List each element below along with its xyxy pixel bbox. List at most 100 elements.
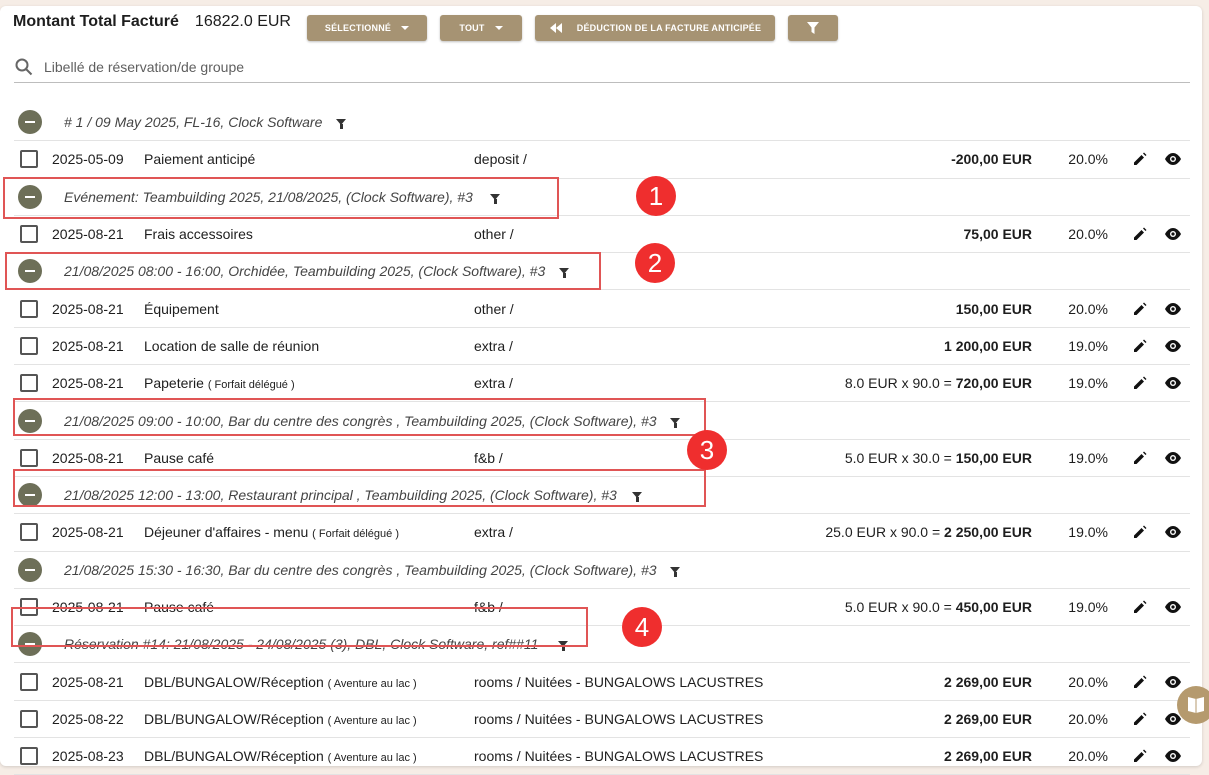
all-dropdown-button[interactable]: TOUT — [440, 15, 522, 41]
row-amount: 75,00 EUR — [964, 226, 1032, 242]
pencil-icon[interactable] — [1132, 599, 1148, 615]
pencil-icon[interactable] — [1132, 375, 1148, 391]
row-amount-value: 2 269,00 EUR — [944, 748, 1032, 765]
row-checkbox[interactable] — [20, 747, 38, 766]
row-amount-value: 1 200,00 EUR — [944, 337, 1032, 354]
table-row: 2025-08-21 Location de salle de réunion … — [14, 328, 1190, 366]
collapse-toggle[interactable] — [18, 110, 42, 135]
eye-icon[interactable] — [1164, 153, 1182, 166]
table-row: 2025-08-21 Papeterie ( Forfait délégué )… — [14, 365, 1190, 403]
pencil-icon[interactable] — [1132, 226, 1148, 242]
row-checkbox[interactable] — [20, 374, 38, 393]
row-tax: 20.0% — [1068, 226, 1108, 243]
collapse-toggle[interactable] — [18, 632, 42, 657]
table-row: 2025-08-23 DBL/BUNGALOW/Réception ( Aven… — [14, 738, 1190, 775]
pencil-icon[interactable] — [1132, 301, 1148, 317]
group-label: 21/08/2025 12:00 - 13:00, Restaurant pri… — [64, 487, 617, 504]
group-row: # 1 / 09 May 2025, FL-16, Clock Software — [14, 104, 1190, 142]
all-button-label: TOUT — [459, 23, 485, 33]
filter-icon[interactable] — [632, 492, 642, 503]
row-label-text: Pause café — [144, 599, 215, 615]
eye-icon[interactable] — [1164, 675, 1182, 688]
eye-icon[interactable] — [1164, 302, 1182, 315]
row-category: f&b / — [474, 449, 503, 466]
row-label-text: Papeterie — [144, 375, 204, 392]
eye-icon[interactable] — [1164, 377, 1182, 390]
pencil-icon[interactable] — [1132, 711, 1148, 727]
row-checkbox[interactable] — [20, 299, 38, 318]
chevron-down-icon — [494, 26, 503, 30]
row-amount-value: 720,00 EUR — [955, 375, 1032, 392]
filter-icon[interactable] — [670, 566, 680, 577]
row-label: Paiement anticipé — [144, 151, 255, 167]
collapse-toggle[interactable] — [18, 259, 42, 284]
rewind-icon — [549, 23, 562, 33]
pencil-icon[interactable] — [1132, 338, 1148, 354]
filter-button[interactable] — [788, 15, 838, 41]
eye-icon[interactable] — [1164, 526, 1182, 539]
row-checkbox[interactable] — [20, 448, 38, 467]
selected-dropdown-button[interactable]: SÉLECTIONNÉ — [307, 15, 427, 41]
pencil-icon[interactable] — [1132, 748, 1148, 764]
table-row: 2025-08-22 DBL/BUNGALOW/Réception ( Aven… — [14, 701, 1190, 739]
row-checkbox[interactable] — [20, 523, 38, 542]
group-label: Evénement: Teambuilding 2025, 21/08/2025… — [64, 188, 473, 205]
row-amount: -200,00 EUR — [951, 151, 1032, 167]
filter-icon — [807, 22, 819, 34]
row-label: Frais accessoires — [144, 226, 253, 242]
invoice-list: # 1 / 09 May 2025, FL-16, Clock Software… — [14, 104, 1190, 775]
group-label: 21/08/2025 08:00 - 16:00, Orchidée, Team… — [64, 263, 546, 280]
row-note: ( Aventure au lac ) — [327, 752, 417, 765]
table-row: 2025-08-21 DBL/BUNGALOW/Réception ( Aven… — [14, 663, 1190, 701]
pencil-icon[interactable] — [1132, 151, 1148, 167]
row-checkbox[interactable] — [20, 150, 38, 169]
pencil-icon[interactable] — [1132, 674, 1148, 690]
row-amount: 2 269,00 EUR — [944, 748, 1032, 764]
eye-icon[interactable] — [1164, 339, 1182, 352]
row-amount: 2 269,00 EUR — [944, 711, 1032, 727]
table-row: 2025-08-21 Frais accessoires other / 75,… — [14, 216, 1190, 254]
row-tax: 20.0% — [1068, 151, 1108, 168]
row-checkbox[interactable] — [20, 336, 38, 355]
collapse-toggle[interactable] — [18, 483, 42, 508]
row-category: rooms / Nuitées - BUNGALOWS LACUSTRES — [474, 748, 764, 765]
row-date: 2025-08-21 — [52, 599, 124, 615]
row-date: 2025-08-22 — [52, 710, 124, 727]
filter-icon[interactable] — [559, 268, 569, 279]
filter-icon[interactable] — [558, 641, 568, 652]
group-row: 21/08/2025 09:00 - 10:00, Bar du centre … — [14, 402, 1190, 440]
row-label-text: DBL/BUNGALOW/Réception — [144, 673, 324, 690]
deduction-button[interactable]: DÉDUCTION DE LA FACTURE ANTICIPÉE — [535, 15, 775, 41]
group-row: 21/08/2025 12:00 - 13:00, Restaurant pri… — [14, 477, 1190, 515]
row-checkbox[interactable] — [20, 672, 38, 691]
eye-icon[interactable] — [1164, 601, 1182, 613]
filter-icon[interactable] — [670, 417, 680, 428]
pencil-icon[interactable] — [1132, 524, 1148, 540]
help-button[interactable] — [1177, 686, 1209, 724]
row-checkbox[interactable] — [20, 225, 38, 244]
eye-icon[interactable] — [1164, 228, 1182, 241]
table-row: 2025-08-21 Pause café f&b / 5.0 EUR x 30… — [14, 440, 1190, 477]
row-checkbox[interactable] — [20, 598, 38, 616]
eye-icon[interactable] — [1164, 451, 1182, 464]
filter-icon[interactable] — [336, 119, 346, 130]
search-input[interactable] — [42, 58, 646, 76]
collapse-toggle[interactable] — [18, 557, 42, 582]
table-row: 2025-05-09 Paiement anticipé deposit / -… — [14, 141, 1190, 179]
row-label: Pause café — [144, 599, 214, 615]
collapse-toggle[interactable] — [18, 184, 42, 209]
search-bar — [14, 52, 1190, 83]
row-label: Location de salle de réunion — [144, 338, 319, 354]
row-label: Déjeuner d'affaires - menu ( Forfait dél… — [144, 524, 399, 540]
filter-icon[interactable] — [490, 193, 500, 204]
row-amount: 5.0 EUR x 30.0 = 150,00 EUR — [845, 450, 1032, 466]
group-label: 21/08/2025 15:30 - 16:30, Bar du centre … — [64, 561, 657, 578]
row-amount-value: 450,00 EUR — [955, 599, 1032, 615]
row-tax: 20.0% — [1068, 300, 1108, 317]
group-label: 21/08/2025 09:00 - 10:00, Bar du centre … — [64, 412, 657, 429]
row-checkbox[interactable] — [20, 709, 38, 728]
collapse-toggle[interactable] — [18, 408, 42, 433]
row-amount: 5.0 EUR x 90.0 = 450,00 EUR — [845, 599, 1032, 615]
pencil-icon[interactable] — [1132, 450, 1148, 466]
row-amount: 8.0 EUR x 90.0 = 720,00 EUR — [845, 375, 1032, 391]
